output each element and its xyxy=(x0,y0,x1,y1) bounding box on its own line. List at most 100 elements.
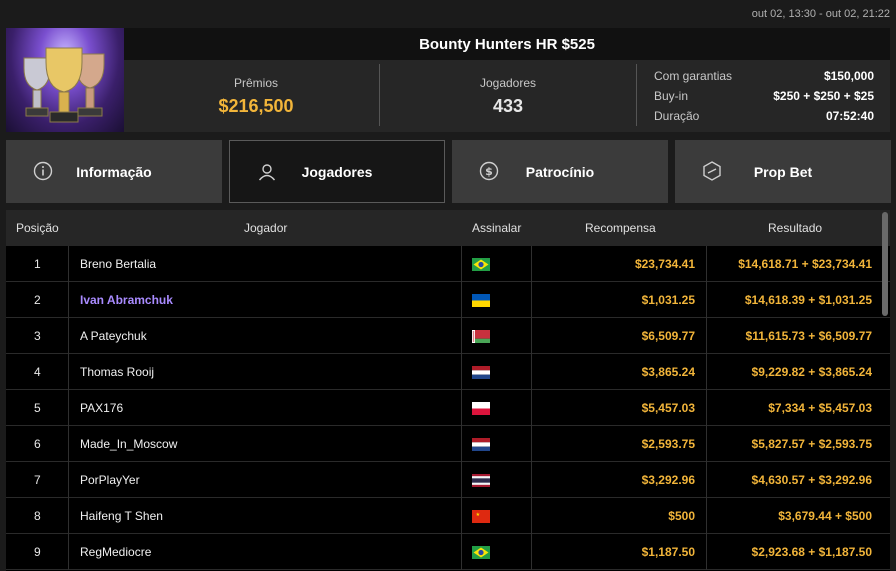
detail-value: 07:52:40 xyxy=(825,109,874,123)
col-player: Jogador xyxy=(244,221,288,235)
cell-player: RegMediocre xyxy=(80,545,152,559)
scrollbar[interactable] xyxy=(882,212,888,316)
cell-player[interactable]: Ivan Abramchuk xyxy=(80,282,173,318)
cell-player: Made_In_Moscow xyxy=(80,437,178,451)
cell-reward: $1,031.25 xyxy=(641,293,695,307)
svg-text:★: ★ xyxy=(476,512,481,518)
table-row[interactable]: 2 Ivan Abramchuk $1,031.25 $14,618.39 + $1,… xyxy=(6,282,890,318)
prop-bet-icon xyxy=(703,161,721,181)
date-range: out 02, 13:30 - out 02, 21:22 xyxy=(751,8,890,20)
cell-divider xyxy=(461,390,462,426)
detail-duration: Duração 07:52:40 xyxy=(654,106,874,126)
table-row[interactable]: 8 Haifeng T Shen ★ $500 $3,679.44 + $500 xyxy=(6,498,890,534)
cell-divider xyxy=(531,426,532,462)
brazil-flag-icon xyxy=(472,545,490,559)
cell-divider xyxy=(461,318,462,354)
players-stat: Jogadores 433 xyxy=(448,60,568,132)
cell-player: PorPlayYer xyxy=(80,473,140,487)
prizes-value: $216,500 xyxy=(218,95,294,116)
cell-position: 8 xyxy=(34,509,41,523)
cell-flag xyxy=(472,534,490,570)
cell-divider xyxy=(706,354,707,390)
cell-position: 9 xyxy=(34,545,41,559)
ukraine-flag-icon xyxy=(472,293,490,307)
dollar-coin-icon: $ xyxy=(479,161,499,181)
cell-divider xyxy=(531,354,532,390)
cell-divider xyxy=(461,354,462,390)
cell-position: 2 xyxy=(34,293,41,307)
cell-divider xyxy=(68,426,69,462)
cell-divider xyxy=(531,390,532,426)
prizes-label: Prêmios xyxy=(233,75,278,90)
tab-jogadores[interactable]: Jogadores xyxy=(229,140,445,203)
table-row[interactable]: 5 PAX176 $5,457.03 $7,334 + $5,457.03 xyxy=(6,390,890,426)
cell-result: $14,618.71 + $23,734.41 xyxy=(738,257,872,271)
col-reward: Recompensa xyxy=(585,221,656,235)
svg-text:$: $ xyxy=(485,165,493,178)
cell-reward: $6,509.77 xyxy=(641,329,695,343)
cell-divider xyxy=(706,462,707,498)
tournament-title: Bounty Hunters HR $525 xyxy=(124,28,890,60)
cell-player: A Pateychuk xyxy=(80,329,147,343)
cell-flag xyxy=(472,426,490,462)
cell-flag xyxy=(472,354,490,390)
col-result: Resultado xyxy=(768,221,823,235)
table-body: 1 Breno Bertalia $23,734.41 $14,618.71 + $2… xyxy=(6,246,890,570)
cell-flag xyxy=(472,282,490,318)
cell-result: $14,618.39 + $1,031.25 xyxy=(744,293,872,307)
cell-divider xyxy=(706,246,707,282)
cell-reward: $3,865.24 xyxy=(641,365,695,379)
cell-result: $3,679.44 + $500 xyxy=(778,509,872,523)
cell-player: Haifeng T Shen xyxy=(80,509,163,523)
info-icon xyxy=(33,161,53,181)
cell-result: $9,229.82 + $3,865.24 xyxy=(751,365,872,379)
detail-key: Buy-in xyxy=(654,89,689,103)
table-row[interactable]: 9 RegMediocre $1,187.50 $2,923.68 + $1,187.… xyxy=(6,534,890,570)
cell-player: Breno Bertalia xyxy=(80,257,157,271)
tab-informacao[interactable]: Informação xyxy=(6,140,222,203)
table-row[interactable]: 7 PorPlayYer $3,292.96 $4,630.57 + $3,292.9… xyxy=(6,462,890,498)
table-row[interactable]: 1 Breno Bertalia $23,734.41 $14,618.71 + $2… xyxy=(6,246,890,282)
cell-divider xyxy=(68,498,69,534)
cell-divider xyxy=(461,246,462,282)
table-row[interactable]: 4 Thomas Rooij $3,865.24 $9,229.82 + $3,865… xyxy=(6,354,890,390)
cell-divider xyxy=(68,318,69,354)
cell-result: $7,334 + $5,457.03 xyxy=(768,401,872,415)
cell-divider xyxy=(706,534,707,570)
brazil-flag-icon xyxy=(472,257,490,271)
tournament-header: Bounty Hunters HR $525 Prêmios $216,500 … xyxy=(6,28,890,132)
col-flag: Assinalar xyxy=(472,221,522,235)
cell-divider xyxy=(68,246,69,282)
cell-result: $5,827.57 + $2,593.75 xyxy=(751,437,872,451)
detail-key: Duração xyxy=(654,109,700,123)
cell-result: $11,615.73 + $6,509.77 xyxy=(745,329,872,343)
cell-reward: $3,292.96 xyxy=(641,473,695,487)
cell-divider xyxy=(461,534,462,570)
tab-prop-bet[interactable]: Prop Bet xyxy=(675,140,891,203)
cell-divider xyxy=(68,390,69,426)
detail-key: Com garantias xyxy=(654,69,733,83)
cell-flag xyxy=(472,390,490,426)
cell-divider xyxy=(531,534,532,570)
cell-position: 7 xyxy=(34,473,41,487)
netherlands-flag-icon xyxy=(472,365,490,379)
cell-reward: $500 xyxy=(668,509,695,523)
detail-value: $250 + $250 + $25 xyxy=(773,89,874,103)
tab-patrocinio[interactable]: $ Patrocínio xyxy=(452,140,668,203)
tab-label: Jogadores xyxy=(301,163,373,180)
cell-result: $4,630.57 + $3,292.96 xyxy=(751,473,872,487)
cell-reward: $2,593.75 xyxy=(641,437,695,451)
cell-flag xyxy=(472,462,490,498)
thailand-flag-icon xyxy=(472,473,490,487)
cell-divider xyxy=(461,498,462,534)
belarus-flag-icon xyxy=(472,329,490,343)
table-row[interactable]: 6 Made_In_Moscow $2,593.75 $5,827.57 + $2,5… xyxy=(6,426,890,462)
trophy-image xyxy=(6,28,124,132)
players-table: Posição Jogador Assinalar Recompensa Res… xyxy=(6,210,890,571)
table-row[interactable]: 3 A Pateychuk $6,509.77 $11,615.73 + $6,509… xyxy=(6,318,890,354)
header-divider xyxy=(636,64,637,126)
players-value: 433 xyxy=(492,95,524,116)
tab-label: Informação xyxy=(76,163,152,180)
col-position: Posição xyxy=(16,221,59,235)
table-header: Posição Jogador Assinalar Recompensa Res… xyxy=(6,210,890,246)
